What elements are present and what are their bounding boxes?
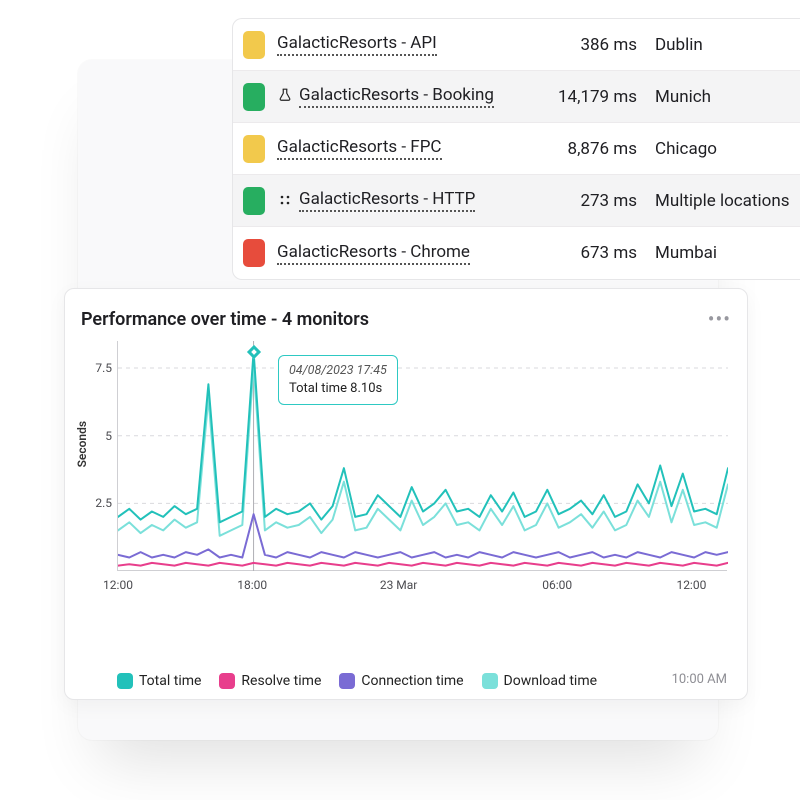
chart-tooltip: 04/08/2023 17:45Total time 8.10s [278, 355, 398, 405]
monitor-value: 273 ms [537, 191, 637, 211]
more-icon[interactable]: ••• [708, 307, 731, 331]
monitor-name[interactable]: GalacticResorts - Chrome [277, 242, 470, 265]
monitor-name[interactable]: GalacticResorts - FPC [277, 137, 442, 160]
status-chip [243, 239, 265, 267]
card-timestamp: 10:00 AM [672, 672, 727, 687]
swatch-icon [117, 673, 133, 689]
legend-item[interactable]: Total time [117, 673, 201, 689]
grid-icon [277, 192, 293, 210]
monitor-value: 673 ms [537, 243, 637, 263]
status-chip [243, 187, 265, 215]
status-chip [243, 83, 265, 111]
monitor-name[interactable]: GalacticResorts - API [277, 33, 437, 56]
monitor-location: Mumbai [637, 243, 792, 263]
chart-body: Seconds 2.557.512:0018:0023 Mar06:0012:0… [81, 341, 731, 631]
monitor-name[interactable]: GalacticResorts - Booking [299, 85, 494, 108]
chart-plot[interactable]: 2.557.512:0018:0023 Mar06:0012:0004/08/2… [117, 341, 727, 571]
y-axis-label: Seconds [75, 421, 89, 467]
monitor-location: Dublin [637, 35, 792, 55]
monitor-location: Multiple locations [637, 191, 792, 211]
legend-item[interactable]: Connection time [339, 673, 463, 689]
status-chip [243, 135, 265, 163]
legend-item[interactable]: Resolve time [219, 673, 321, 689]
table-row[interactable]: GalacticResorts - FPC 8,876 ms Chicago [233, 123, 800, 175]
table-row[interactable]: GalacticResorts - API 386 ms Dublin [233, 19, 800, 71]
flask-icon [277, 88, 293, 106]
monitor-location: Chicago [637, 139, 792, 159]
monitor-value: 386 ms [537, 35, 637, 55]
swatch-icon [482, 673, 498, 689]
chart-legend: Total time Resolve time Connection time … [81, 673, 731, 689]
monitor-table: GalacticResorts - API 386 ms Dublin Gala… [232, 18, 800, 280]
table-row[interactable]: GalacticResorts - Chrome 673 ms Mumbai [233, 227, 800, 279]
legend-item[interactable]: Download time [482, 673, 597, 689]
chart-card: Performance over time - 4 monitors ••• S… [64, 288, 748, 700]
monitor-name[interactable]: GalacticResorts - HTTP [299, 189, 475, 212]
chart-title: Performance over time - 4 monitors [81, 309, 369, 330]
swatch-icon [219, 673, 235, 689]
status-chip [243, 31, 265, 59]
table-row[interactable]: GalacticResorts - Booking 14,179 ms Muni… [233, 71, 800, 123]
monitor-location: Munich [637, 87, 792, 107]
table-row[interactable]: GalacticResorts - HTTP 273 ms Multiple l… [233, 175, 800, 227]
monitor-value: 14,179 ms [537, 87, 637, 107]
swatch-icon [339, 673, 355, 689]
monitor-value: 8,876 ms [537, 139, 637, 159]
